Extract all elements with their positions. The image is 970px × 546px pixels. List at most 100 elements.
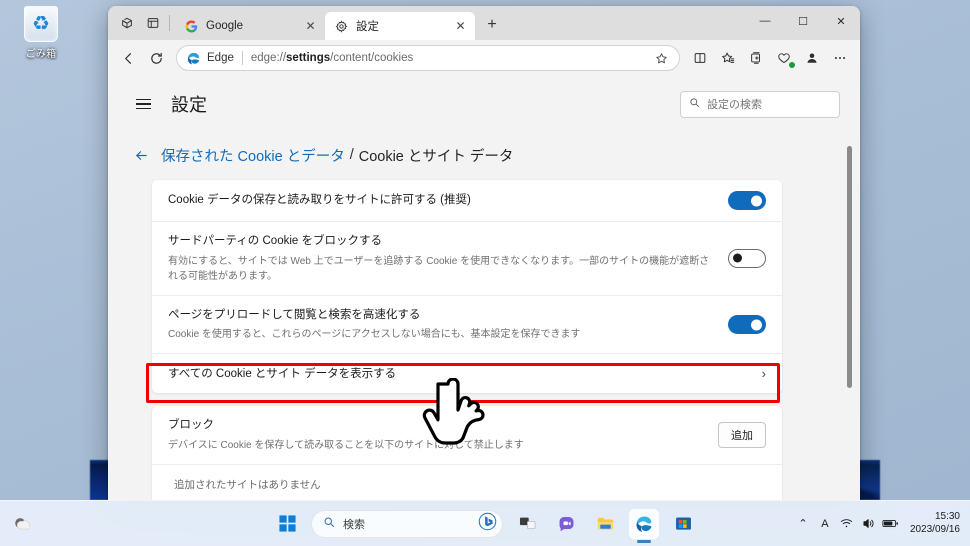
recycle-bin-icon xyxy=(24,6,58,42)
bing-chat-icon[interactable] xyxy=(478,512,497,536)
wifi-icon[interactable] xyxy=(836,509,858,539)
row-texts: Cookie データの保存と読み取りをサイトに許可する (推奨) xyxy=(168,192,728,209)
search-placeholder: 設定の検索 xyxy=(707,99,762,111)
new-tab-button[interactable]: + xyxy=(479,12,505,38)
taskbar-center-group: 検索 xyxy=(272,508,698,539)
block-section-empty-text: 追加されたサイトはありません xyxy=(152,464,782,500)
row-texts: サードパーティの Cookie をブロックする 有効にすると、サイトでは Web… xyxy=(168,233,728,284)
close-button[interactable]: ✕ xyxy=(822,6,860,36)
desktop-icon-recycle-bin[interactable]: ごみ箱 xyxy=(10,6,72,60)
settings-more-icon[interactable] xyxy=(826,44,854,72)
scrollbar[interactable] xyxy=(844,136,854,496)
preload-pages-toggle[interactable] xyxy=(728,315,766,334)
search-icon xyxy=(323,516,335,531)
row-title: すべての Cookie とサイト データを表示する xyxy=(168,367,397,380)
address-bar-divider xyxy=(241,51,243,65)
browser-tab-title: Google xyxy=(206,20,244,32)
taskbar-item-edge[interactable] xyxy=(629,508,659,539)
row-texts: ブロック デバイスに Cookie を保存して読み取ることを以下のサイトに対して… xyxy=(168,417,718,453)
block-section-header: ブロック デバイスに Cookie を保存して読み取ることを以下のサイトに対して… xyxy=(152,406,782,464)
scrollbar-thumb[interactable] xyxy=(847,146,852,388)
desktop: ごみ箱 xyxy=(0,0,970,546)
browser-toolbar: Edge edge://settings/content/cookies xyxy=(108,40,860,76)
back-button[interactable] xyxy=(114,44,142,72)
weather-icon[interactable] xyxy=(10,512,34,536)
block-section-description: デバイスに Cookie を保存して読み取ることを以下のサイトに対して禁止します xyxy=(168,440,524,452)
row-title: Cookie データの保存と読み取りをサイトに許可する (推奨) xyxy=(168,194,471,207)
recycle-bin-label: ごみ箱 xyxy=(25,49,57,60)
row-texts: ページをプリロードして閲覧と検索を高速化する Cookie を使用すると、これら… xyxy=(168,307,728,343)
row-description: 有効にすると、サイトでは Web 上でユーザーを追跡する Cookie を使用で… xyxy=(168,255,710,282)
tab-close-icon[interactable]: ✕ xyxy=(452,18,469,35)
window-controls: — ☐ ✕ xyxy=(746,6,860,40)
cookie-settings-card: Cookie データの保存と読み取りをサイトに許可する (推奨) サードパーティ… xyxy=(152,180,782,394)
split-screen-icon[interactable] xyxy=(686,44,714,72)
url-suffix: /content/cookies xyxy=(330,52,414,64)
add-button[interactable]: 追加 xyxy=(718,422,766,449)
ime-indicator[interactable]: A xyxy=(814,509,836,539)
chevron-right-icon: › xyxy=(761,366,766,382)
edge-icon xyxy=(186,51,201,66)
url-bold-segment: settings xyxy=(286,52,331,64)
row-texts: すべての Cookie とサイト データを表示する xyxy=(168,366,762,383)
status-badge xyxy=(788,61,796,69)
browser-tab-settings[interactable]: 設定 ✕ xyxy=(325,12,475,40)
tab-strip-divider xyxy=(169,15,170,31)
start-button[interactable] xyxy=(272,509,302,539)
address-bar-url: edge://settings/content/cookies xyxy=(251,52,649,64)
taskbar: 検索 ⌃ A 15:30 2023/09/16 xyxy=(0,500,970,546)
hamburger-icon[interactable] xyxy=(128,89,158,119)
page-title: 設定 xyxy=(171,95,207,115)
taskbar-item-file-explorer[interactable] xyxy=(590,509,620,539)
breadcrumb: 保存された Cookie とデータ / Cookie とサイト データ xyxy=(108,132,860,180)
settings-content: 保存された Cookie とデータ / Cookie とサイト データ Cook… xyxy=(108,132,860,500)
search-icon xyxy=(689,97,700,111)
clock-date: 2023/09/16 xyxy=(909,523,960,535)
taskbar-search-placeholder: 検索 xyxy=(343,518,365,531)
taskbar-item-store[interactable] xyxy=(668,509,698,539)
tab-strip: Google ✕ 設定 ✕ + — ☐ ✕ xyxy=(108,6,860,40)
star-icon[interactable] xyxy=(649,46,673,70)
taskbar-search-input[interactable]: 検索 xyxy=(311,509,503,538)
address-bar[interactable]: Edge edge://settings/content/cookies xyxy=(176,45,680,71)
taskbar-item-chat[interactable] xyxy=(551,509,581,539)
back-arrow-icon[interactable] xyxy=(130,144,152,166)
url-prefix: edge:// xyxy=(250,52,287,64)
minimize-button[interactable]: — xyxy=(746,6,784,36)
gear-icon xyxy=(334,19,349,34)
allow-cookies-row[interactable]: Cookie データの保存と読み取りをサイトに許可する (推奨) xyxy=(152,180,782,221)
system-tray: ⌃ A 15:30 2023/09/16 xyxy=(792,501,962,546)
volume-icon[interactable] xyxy=(858,509,880,539)
breadcrumb-separator: / xyxy=(349,147,354,163)
clock-time: 15:30 xyxy=(934,511,960,522)
block-third-party-toggle[interactable] xyxy=(728,248,766,268)
maximize-button[interactable]: ☐ xyxy=(784,6,822,36)
row-title: ページをプリロードして閲覧と検索を高速化する xyxy=(168,308,421,321)
profile-icon[interactable] xyxy=(798,44,826,72)
view-all-cookies-row[interactable]: すべての Cookie とサイト データを表示する › xyxy=(152,353,782,393)
clock[interactable]: 15:30 2023/09/16 xyxy=(910,511,960,536)
row-title: サードパーティの Cookie をブロックする xyxy=(168,235,382,247)
block-section: ブロック デバイスに Cookie を保存して読み取ることを以下のサイトに対して… xyxy=(152,406,782,500)
favorites-icon[interactable] xyxy=(714,44,742,72)
block-third-party-row[interactable]: サードパーティの Cookie をブロックする 有効にすると、サイトでは Web… xyxy=(152,221,782,295)
block-section-title: ブロック xyxy=(168,419,214,432)
browser-tab-google[interactable]: Google ✕ xyxy=(175,12,325,40)
refresh-button[interactable] xyxy=(142,44,170,72)
edge-browser-window: Google ✕ 設定 ✕ + — ☐ ✕ Edge edge://settin… xyxy=(108,6,860,500)
google-g-icon xyxy=(184,19,199,34)
tab-close-icon[interactable]: ✕ xyxy=(302,18,319,35)
search-input[interactable]: 設定の検索 xyxy=(680,90,840,118)
tab-actions-icon[interactable] xyxy=(114,10,140,36)
preload-pages-row[interactable]: ページをプリロードして閲覧と検索を高速化する Cookie を使用すると、これら… xyxy=(152,294,782,354)
collections-icon[interactable] xyxy=(742,44,770,72)
allow-cookies-toggle[interactable] xyxy=(728,191,766,210)
settings-page: 設定 設定の検索 保存された Cookie とデータ / Cookie とサイト… xyxy=(108,76,860,500)
battery-icon[interactable] xyxy=(880,509,902,539)
breadcrumb-parent-link[interactable]: 保存された Cookie とデータ xyxy=(161,145,345,166)
split-pane-icon[interactable] xyxy=(140,10,166,36)
taskbar-item-task-view[interactable] xyxy=(512,509,542,539)
tray-overflow-icon[interactable]: ⌃ xyxy=(792,509,814,539)
browser-essentials-icon[interactable] xyxy=(770,44,798,72)
breadcrumb-current: Cookie とサイト データ xyxy=(358,148,514,165)
